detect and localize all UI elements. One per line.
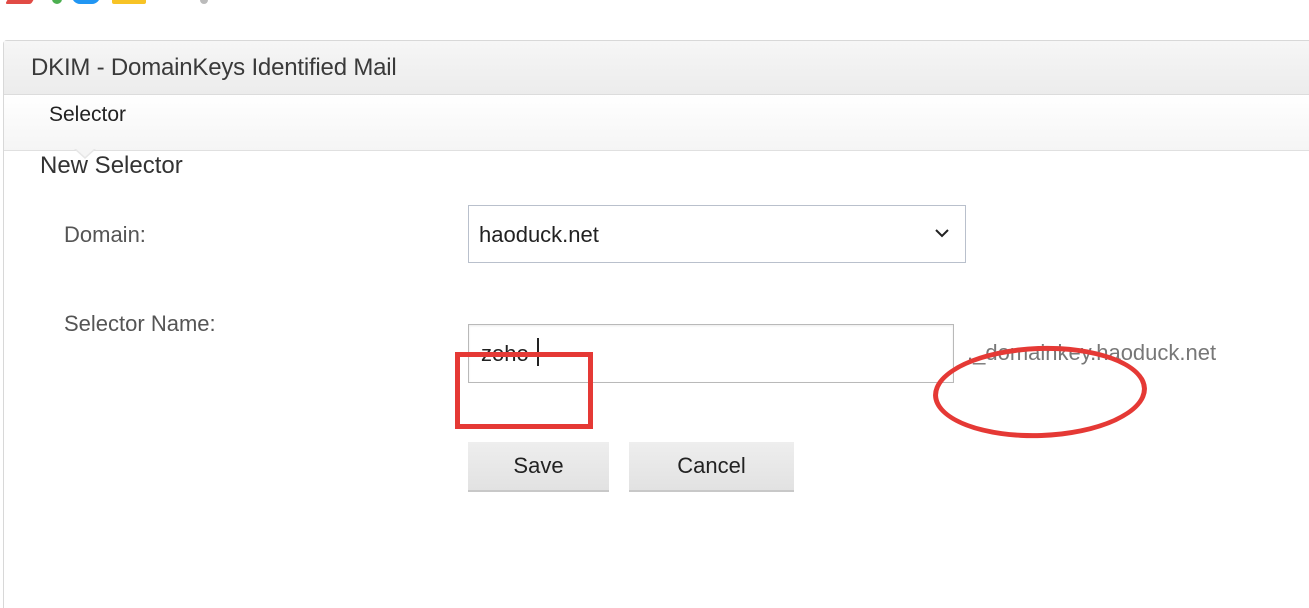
chevron-down-icon <box>935 229 949 238</box>
domain-select[interactable]: haoduck.net <box>468 205 966 263</box>
cancel-button[interactable]: Cancel <box>629 442 794 492</box>
domain-select-value: haoduck.net <box>479 222 599 247</box>
selector-suffix: ._domainkey.haoduck.net <box>967 340 1217 365</box>
selector-name-input[interactable] <box>468 324 954 383</box>
domain-label: Domain: <box>64 222 146 247</box>
panel-title: DKIM - DomainKeys Identified Mail <box>31 53 397 81</box>
panel-header: DKIM - DomainKeys Identified Mail <box>4 41 1309 95</box>
tab-bar: Selector <box>4 95 1309 159</box>
text-cursor <box>537 338 539 366</box>
app-logo[interactable] <box>0 0 220 4</box>
section-title: New Selector <box>40 152 183 179</box>
save-button[interactable]: Save <box>468 442 609 492</box>
tab-selector[interactable]: Selector <box>49 103 126 127</box>
page: DKIM - DomainKeys Identified Mail Select… <box>0 0 1309 608</box>
selector-name-label: Selector Name: <box>64 311 216 336</box>
